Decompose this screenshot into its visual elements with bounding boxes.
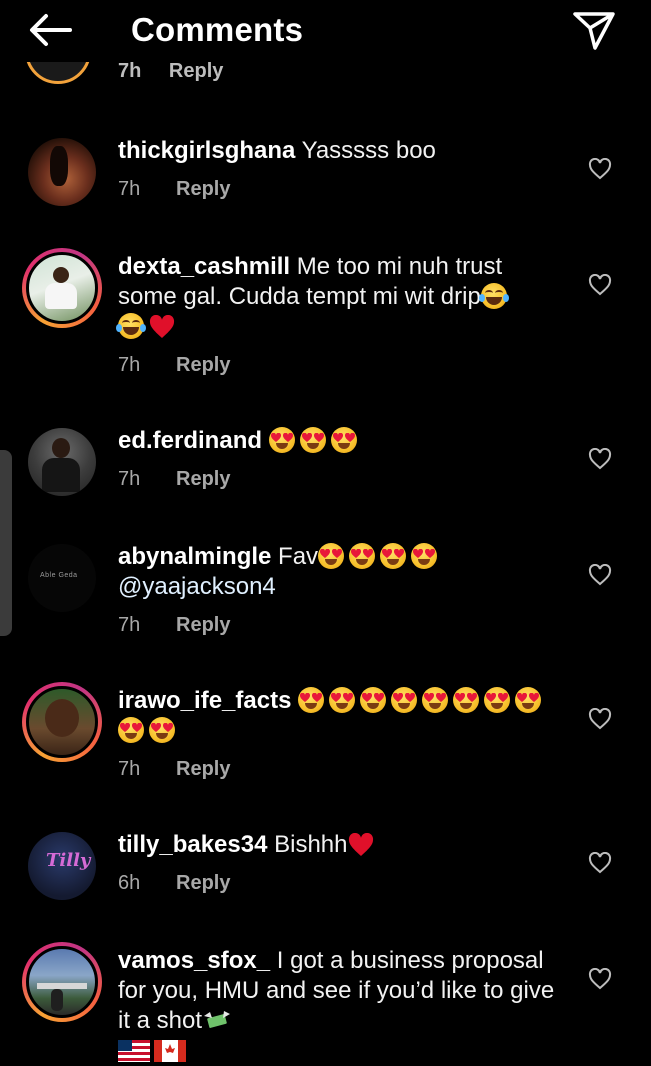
comment-message: Yasssss boo <box>301 137 436 164</box>
heart-outline-icon[interactable] <box>588 448 612 470</box>
heart-eyes-emoji <box>349 543 376 569</box>
comment-meta: 7h Reply <box>118 758 230 781</box>
heart-outline-icon[interactable] <box>588 564 612 586</box>
red-heart-emoji <box>348 833 373 856</box>
comment-time: 7h <box>118 758 141 780</box>
comment-time: 7h <box>118 614 141 636</box>
heart-eyes-emoji <box>268 427 295 453</box>
edge-panel-handle[interactable] <box>0 450 12 636</box>
heart-eyes-emoji <box>330 427 357 453</box>
us-flag-emoji <box>118 1040 150 1062</box>
comment-text: vamos_sfox_ I got a business proposal fo… <box>118 946 558 1066</box>
reply-button[interactable]: Reply <box>176 614 230 636</box>
heart-eyes-emoji <box>298 687 325 713</box>
comment-time: 7h <box>118 178 141 200</box>
comment-meta: 7h Reply <box>118 354 230 377</box>
comment-message: Bishhh <box>274 831 348 858</box>
comment-time: 7h <box>118 62 142 82</box>
comment-time: 6h <box>118 872 141 894</box>
comment-text: abynalmingle Fav @yaajackson4 <box>118 542 558 602</box>
comment-username[interactable]: thickgirlsghana <box>118 137 295 164</box>
tears-of-joy-emoji <box>478 283 509 309</box>
avatar-logo-text: Able Geda <box>40 572 78 579</box>
comment-partial: 7h Reply <box>0 62 651 96</box>
avatar[interactable] <box>22 132 102 212</box>
avatar[interactable] <box>22 248 102 328</box>
reply-button[interactable]: Reply <box>176 758 230 780</box>
red-heart-emoji <box>149 315 175 338</box>
comment-meta: 7h Reply <box>118 468 230 491</box>
money-with-wings-emoji <box>204 1011 231 1028</box>
reply-button[interactable]: Reply <box>176 354 230 376</box>
comment-meta: 7h Reply <box>118 62 223 83</box>
avatar[interactable]: Able Geda <box>22 538 102 618</box>
heart-outline-icon[interactable] <box>588 852 612 874</box>
back-button[interactable] <box>26 10 74 50</box>
reply-button[interactable]: Reply <box>176 872 230 894</box>
share-button[interactable] <box>571 8 617 52</box>
arrow-left-icon <box>30 14 72 46</box>
canada-flag-emoji <box>154 1040 186 1062</box>
avatar[interactable] <box>22 422 102 502</box>
comment-username[interactable]: tilly_bakes34 <box>118 831 267 858</box>
comment-time: 7h <box>118 354 141 376</box>
heart-outline-icon[interactable] <box>588 158 612 180</box>
heart-outline-icon[interactable] <box>588 274 612 296</box>
heart-outline-icon[interactable] <box>588 968 612 990</box>
comment-time: 7h <box>118 468 141 490</box>
comment-message: Fav <box>278 543 319 570</box>
heart-eyes-emoji <box>422 687 449 713</box>
comment-text: ed.ferdinand <box>118 426 558 456</box>
heart-eyes-emoji <box>149 717 175 743</box>
reply-button[interactable]: Reply <box>176 178 230 200</box>
avatar[interactable]: Tilly <box>22 826 102 906</box>
comment-username[interactable]: dexta_cashmill <box>118 253 290 280</box>
reply-button[interactable]: Reply <box>169 62 223 82</box>
avatar-logo-text: Tilly <box>46 850 91 871</box>
heart-eyes-emoji <box>329 687 356 713</box>
tears-of-joy-emoji <box>116 313 146 339</box>
heart-eyes-emoji <box>411 543 438 569</box>
comment-meta: 6h Reply <box>118 872 230 895</box>
comment-username[interactable]: irawo_ife_facts <box>118 687 291 714</box>
heart-eyes-emoji <box>515 687 542 713</box>
page-title: Comments <box>131 11 304 48</box>
avatar[interactable] <box>22 942 102 1022</box>
comment-text: tilly_bakes34 Bishhh <box>118 830 558 860</box>
heart-eyes-emoji <box>118 717 144 743</box>
heart-eyes-emoji <box>299 427 326 453</box>
avatar[interactable] <box>22 682 102 762</box>
heart-eyes-emoji <box>484 687 511 713</box>
comment-username[interactable]: vamos_sfox_ <box>118 947 270 974</box>
comment-meta: 7h Reply <box>118 178 230 201</box>
heart-eyes-emoji <box>391 687 418 713</box>
comments-header: Comments <box>0 0 651 62</box>
reply-button[interactable]: Reply <box>176 468 230 490</box>
avatar[interactable] <box>25 62 91 84</box>
paper-plane-icon <box>573 12 615 50</box>
comment-meta: 7h Reply <box>118 614 230 637</box>
comment-text: dexta_cashmill Me too mi nuh trust some … <box>116 252 558 342</box>
mention-link[interactable]: @yaajackson4 <box>118 573 276 600</box>
heart-outline-icon[interactable] <box>588 708 612 730</box>
heart-eyes-emoji <box>318 543 345 569</box>
comment-text: thickgirlsghana Yasssss boo <box>118 136 558 166</box>
heart-eyes-emoji <box>380 543 407 569</box>
comment-username[interactable]: abynalmingle <box>118 543 271 570</box>
comment-username[interactable]: ed.ferdinand <box>118 427 262 454</box>
heart-eyes-emoji <box>360 687 387 713</box>
comment-text: irawo_ife_facts <box>118 686 558 746</box>
heart-eyes-emoji <box>453 687 480 713</box>
